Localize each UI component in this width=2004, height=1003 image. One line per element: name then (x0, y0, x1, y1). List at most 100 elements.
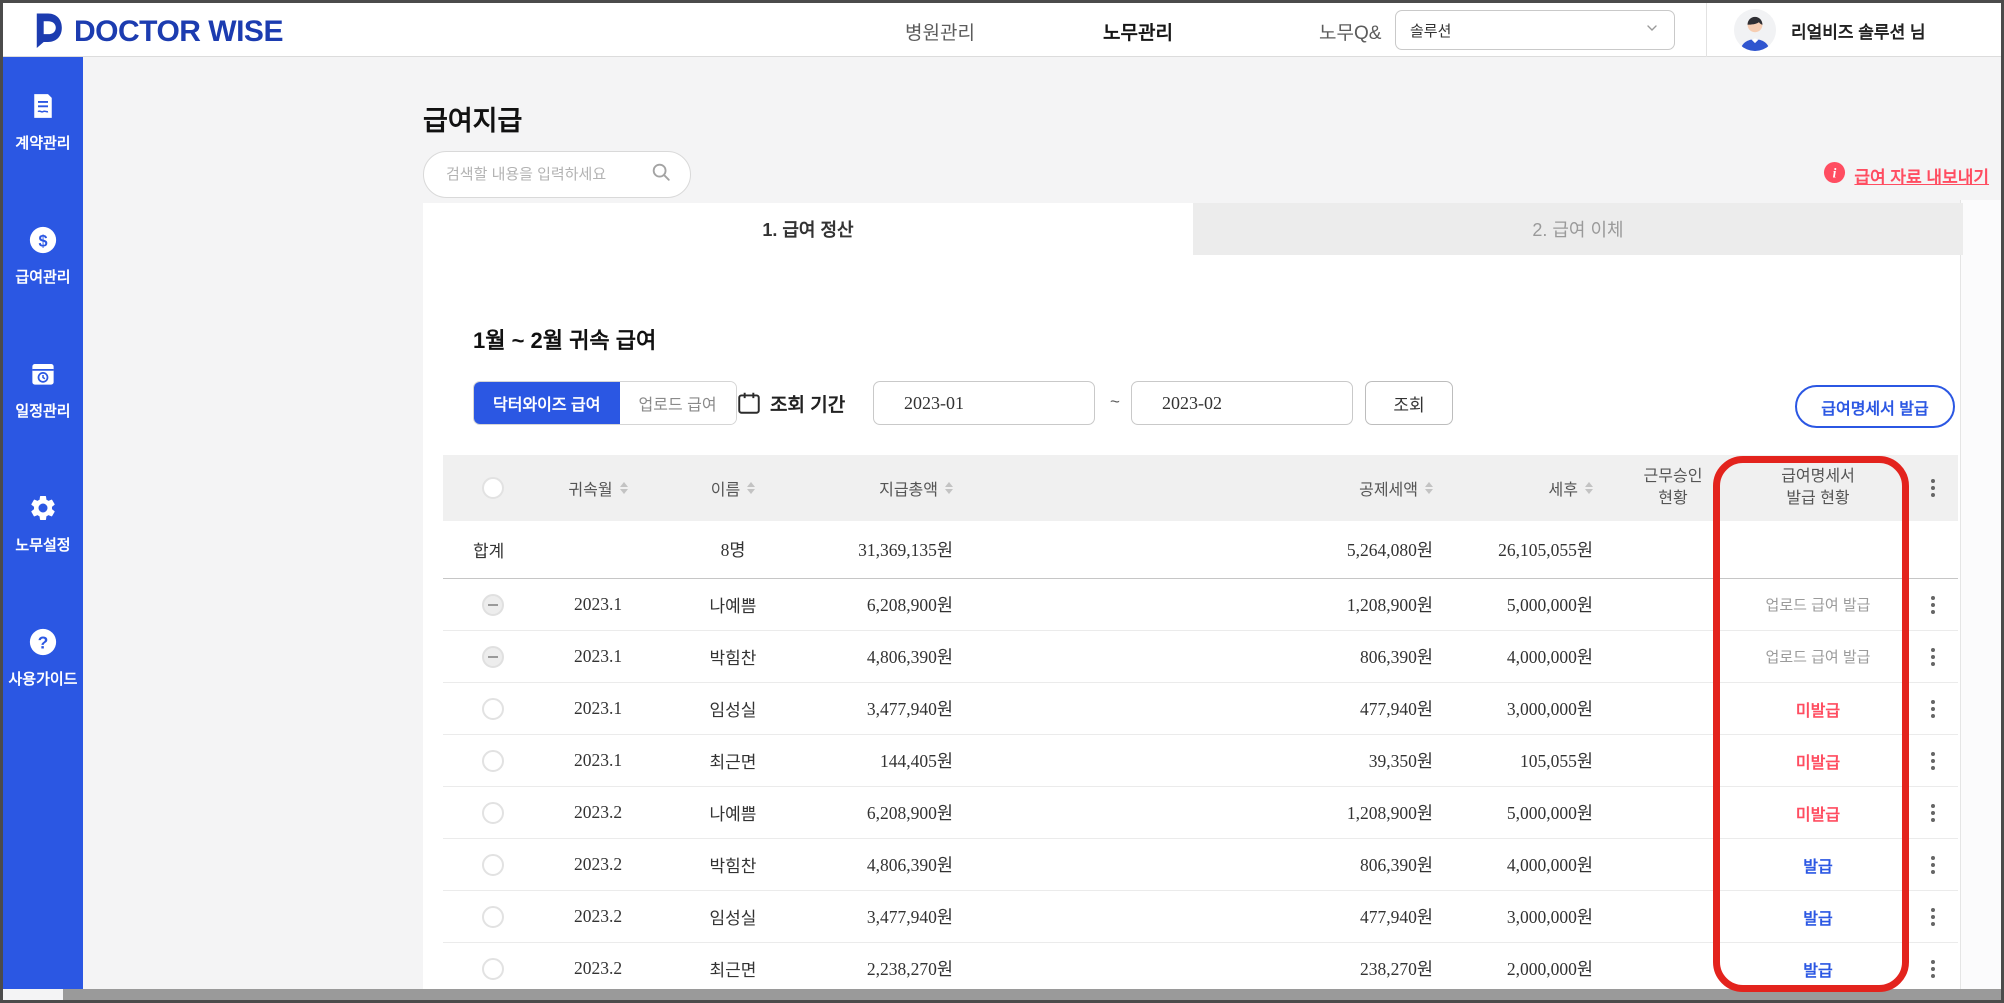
sort-icon[interactable] (619, 482, 628, 494)
sort-icon[interactable] (1585, 482, 1593, 494)
doctor-wise-logo-icon (29, 10, 67, 53)
payslip-status[interactable]: 미발급 (1796, 801, 1840, 825)
salary-source-toggle: 닥터와이즈 급여 업로드 급여 (473, 381, 737, 425)
payslip-status[interactable]: 발급 (1803, 957, 1832, 981)
cell-deduction: 1,208,900원 (1346, 595, 1433, 615)
date-range-separator: ~ (1110, 392, 1120, 411)
row-kebab-menu-icon[interactable] (1927, 696, 1939, 722)
sort-icon[interactable] (945, 482, 953, 494)
payslip-status[interactable]: 업로드 급여 발급 (1766, 594, 1871, 615)
sidebar-item-settings[interactable]: 노무설정 (15, 493, 71, 555)
date-to-input[interactable] (1131, 381, 1353, 425)
sidebar-item-label: 일정관리 (15, 403, 71, 420)
row-kebab-menu-icon[interactable] (1927, 748, 1939, 774)
cell-total: 6,208,900원 (866, 803, 953, 823)
row-kebab-menu-icon[interactable] (1927, 644, 1939, 670)
horizontal-scrollbar[interactable] (63, 989, 2001, 1000)
vertical-scrollbar-track[interactable] (1960, 200, 2001, 989)
summary-row: 합계 8명 31,369,135원 5,264,080원 26,105,055원 (443, 521, 1958, 579)
table-row: 2023.2 나예쁨 6,208,900원 1,208,900원 5,000,0… (443, 787, 1958, 839)
tab-salary-settlement[interactable]: 1. 급여 정산 (423, 203, 1193, 255)
table-row: 2023.1 박힘찬 4,806,390원 806,390원 4,000,000… (443, 631, 1958, 683)
dollar-circle-icon: $ (28, 225, 58, 260)
payslip-status[interactable]: 발급 (1803, 905, 1832, 929)
export-link-label: 급여 자료 내보내기 (1854, 167, 1989, 187)
cell-deduction: 39,350원 (1368, 751, 1433, 771)
sidebar-item-contract[interactable]: 계약관리 (15, 91, 71, 153)
brand-logo[interactable]: DOCTOR WISE (29, 10, 283, 53)
nav-hospital-management[interactable]: 병원관리 (905, 18, 975, 45)
toggle-doctorwise-salary[interactable]: 닥터와이즈 급여 (474, 382, 620, 424)
cell-net: 3,000,000원 (1506, 699, 1593, 719)
cell-month: 2023.1 (573, 698, 623, 718)
gear-icon (28, 493, 58, 528)
period-label: 조회 기간 (770, 395, 846, 416)
tab-salary-transfer[interactable]: 2. 급여 이체 (1193, 203, 1963, 255)
section-title: 1월 ~ 2월 귀속 급여 (473, 328, 657, 353)
payslip-status[interactable]: 발급 (1803, 853, 1832, 877)
schedule-calendar-icon (28, 359, 58, 394)
sidebar-item-label: 노무설정 (15, 537, 71, 554)
row-kebab-menu-icon[interactable] (1927, 956, 1939, 982)
header-kebab-menu-icon[interactable] (1927, 475, 1939, 501)
sidebar-item-label: 급여관리 (15, 269, 71, 286)
sort-icon[interactable] (1425, 482, 1433, 494)
row-kebab-menu-icon[interactable] (1927, 852, 1939, 878)
row-kebab-menu-icon[interactable] (1927, 800, 1939, 826)
payslip-status[interactable]: 업로드 급여 발급 (1766, 646, 1871, 667)
cell-net: 4,000,000원 (1506, 855, 1593, 875)
row-radio[interactable] (482, 697, 504, 720)
search-icon[interactable] (650, 161, 672, 188)
date-from-input[interactable] (873, 381, 1095, 425)
cell-total: 4,806,390원 (866, 647, 953, 667)
sort-icon[interactable] (747, 482, 756, 494)
cell-name: 박힘찬 (709, 857, 757, 876)
row-radio[interactable] (482, 905, 504, 928)
col-header-month[interactable]: 귀속월 (543, 476, 653, 500)
solution-select[interactable]: 솔루션 (1395, 10, 1675, 50)
export-payroll-link[interactable]: i 급여 자료 내보내기 (1823, 161, 1989, 189)
row-kebab-menu-icon[interactable] (1927, 592, 1939, 618)
cell-total: 144,405원 (880, 751, 953, 771)
lookup-button[interactable]: 조회 (1365, 381, 1453, 425)
col-header-name[interactable]: 이름 (653, 476, 813, 500)
summary-label: 합계 (473, 542, 505, 561)
payslip-status[interactable]: 미발급 (1796, 749, 1840, 773)
col-header-net[interactable]: 세후 (1458, 476, 1618, 500)
avatar[interactable] (1734, 9, 1776, 51)
toggle-upload-salary[interactable]: 업로드 급여 (619, 382, 736, 424)
row-kebab-menu-icon[interactable] (1927, 904, 1939, 930)
sidebar: 계약관리 $ 급여관리 일정관리 노무설정 ? 사용가이드 (3, 57, 83, 989)
row-radio[interactable] (482, 593, 504, 616)
cell-name: 임성실 (709, 909, 757, 928)
sidebar-item-payroll[interactable]: $ 급여관리 (15, 225, 71, 287)
search-input[interactable] (446, 166, 650, 183)
sidebar-item-schedule[interactable]: 일정관리 (15, 359, 71, 421)
chevron-down-icon (1644, 20, 1660, 41)
row-radio[interactable] (482, 801, 504, 824)
col-header-deduction[interactable]: 공제세액 (978, 476, 1458, 500)
nav-labor-qna[interactable]: 노무Q& (1319, 18, 1381, 45)
col-header-total[interactable]: 지급총액 (813, 476, 978, 500)
row-radio[interactable] (482, 957, 504, 980)
nav-labor-management[interactable]: 노무관리 (1103, 18, 1173, 45)
cell-month: 2023.1 (573, 750, 623, 770)
cell-total: 2,238,270원 (866, 959, 953, 979)
row-radio[interactable] (482, 749, 504, 772)
filter-row: 닥터와이즈 급여 업로드 급여 조회 기간 ~ 조회 급여명세서 발급 (423, 381, 1963, 428)
table-row: 2023.1 임성실 3,477,940원 477,940원 3,000,000… (443, 683, 1958, 735)
payslip-status[interactable]: 미발급 (1796, 697, 1840, 721)
cell-name: 나예쁨 (709, 597, 757, 616)
header-radio[interactable] (482, 477, 504, 499)
top-bar: DOCTOR WISE 병원관리 노무관리 노무Q& 솔루션 리얼비즈 솔루션 … (3, 3, 2001, 57)
issue-payslip-button[interactable]: 급여명세서 발급 (1795, 385, 1955, 428)
salary-table: 귀속월 이름 지급총액 공제세액 세후 근무승인 현황 급여명세서 발급 현황 … (443, 455, 1958, 995)
sidebar-item-guide[interactable]: ? 사용가이드 (8, 627, 78, 689)
cell-month: 2023.1 (573, 646, 623, 666)
summary-total: 31,369,135원 (858, 540, 953, 560)
summary-count: 8명 (720, 540, 746, 560)
cell-month: 2023.2 (573, 802, 623, 822)
row-radio[interactable] (482, 853, 504, 876)
question-circle-icon: ? (28, 627, 58, 662)
row-radio[interactable] (482, 645, 504, 668)
